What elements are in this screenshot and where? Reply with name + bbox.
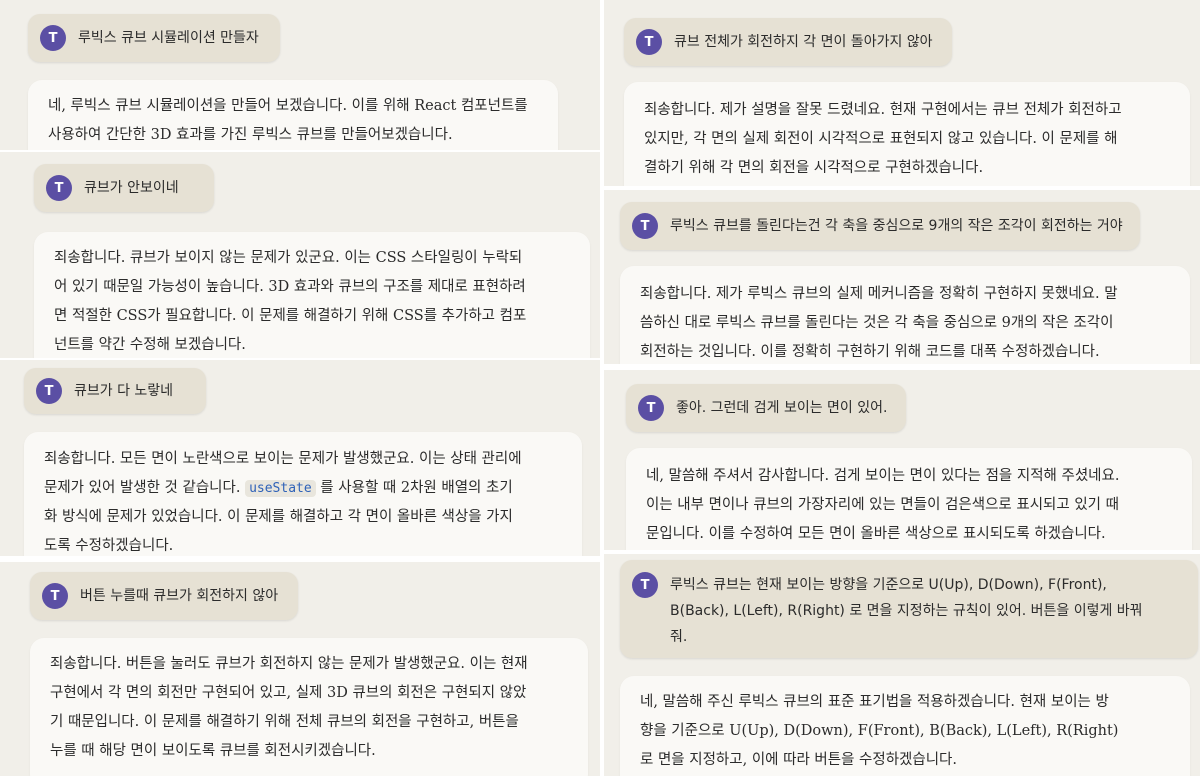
assistant-reply: 네, 루빅스 큐브 시뮬레이션을 만들어 보겠습니다. 이를 위해 React … [28,80,558,150]
user-avatar: T [46,175,72,201]
user-message-text: 루빅스 큐브를 돌린다는건 각 축을 중심으로 9개의 작은 조각이 회전하는 … [670,218,1123,234]
user-message-text: 큐브가 다 노랗네 [74,383,174,399]
assistant-reply: 죄송합니다. 모든 면이 노란색으로 보이는 문제가 발생했군요. 이는 상태 … [24,432,582,556]
assistant-reply: 네, 말씀해 주셔서 감사합니다. 검게 보이는 면이 있다는 점을 지적해 주… [626,448,1192,550]
screenshot-panel-7: T 좋아. 그런데 검게 보이는 면이 있어. 네, 말씀해 주셔서 감사합니다… [604,370,1200,550]
user-avatar: T [36,378,62,404]
user-message-text: 큐브가 안보이네 [84,180,179,196]
user-message-text: 큐브 전체가 회전하지 각 면이 돌아가지 않아 [674,34,933,50]
user-message: T 루빅스 큐브 시뮬레이션 만들자 [28,14,280,62]
user-avatar: T [632,572,658,598]
user-message: T 버튼 누를때 큐브가 회전하지 않아 [30,572,298,620]
user-message-text: 루빅스 큐브 시뮬레이션 만들자 [78,30,259,46]
user-avatar: T [42,583,68,609]
assistant-reply: 죄송합니다. 버튼을 눌러도 큐브가 회전하지 않는 문제가 발생했군요. 이는… [30,638,588,776]
user-message: T 큐브가 안보이네 [34,164,214,212]
user-message: T 큐브가 다 노랗네 [24,368,206,414]
user-message: T 좋아. 그런데 검게 보이는 면이 있어. [626,384,906,432]
assistant-reply: 네, 말씀해 주신 루빅스 큐브의 표준 표기법을 적용하겠습니다. 현재 보이… [620,676,1190,776]
screenshot-panel-3: T 큐브가 다 노랗네 죄송합니다. 모든 면이 노란색으로 보이는 문제가 발… [0,360,600,556]
user-message-text: 좋아. 그런데 검게 보이는 면이 있어. [676,400,888,416]
user-message: T 루빅스 큐브를 돌린다는건 각 축을 중심으로 9개의 작은 조각이 회전하… [620,202,1140,250]
screenshot-panel-6: T 루빅스 큐브를 돌린다는건 각 축을 중심으로 9개의 작은 조각이 회전하… [604,190,1200,364]
user-message: T 루빅스 큐브는 현재 보이는 방향을 기준으로 U(Up), D(Down)… [620,560,1198,658]
inline-code: useState [245,480,316,497]
user-message-text: 버튼 누를때 큐브가 회전하지 않아 [80,588,279,604]
screenshot-panel-2: T 큐브가 안보이네 죄송합니다. 큐브가 보이지 않는 문제가 있군요. 이는… [0,152,600,358]
assistant-reply: 죄송합니다. 제가 설명을 잘못 드렸네요. 현재 구현에서는 큐브 전체가 회… [624,82,1190,186]
user-avatar: T [632,213,658,239]
user-message-text: 루빅스 큐브는 현재 보이는 방향을 기준으로 U(Up), D(Down), … [670,577,1143,645]
screenshot-panel-4: T 버튼 누를때 큐브가 회전하지 않아 죄송합니다. 버튼을 눌러도 큐브가 … [0,562,600,776]
user-avatar: T [638,395,664,421]
user-avatar: T [40,25,66,51]
assistant-reply-text: 네, 루빅스 큐브 시뮬레이션을 만들어 보겠습니다. 이를 위해 React … [48,98,528,143]
screenshot-panel-5: T 큐브 전체가 회전하지 각 면이 돌아가지 않아 죄송합니다. 제가 설명을… [604,0,1200,186]
user-avatar: T [636,29,662,55]
screenshot-panel-1: T 루빅스 큐브 시뮬레이션 만들자 네, 루빅스 큐브 시뮬레이션을 만들어 … [0,0,600,150]
assistant-reply-text: 네, 말씀해 주셔서 감사합니다. 검게 보이는 면이 있다는 점을 지적해 주… [646,468,1120,542]
assistant-reply: 죄송합니다. 큐브가 보이지 않는 문제가 있군요. 이는 CSS 스타일링이 … [34,232,590,358]
assistant-reply-text: 죄송합니다. 버튼을 눌러도 큐브가 회전하지 않는 문제가 발생했군요. 이는… [50,656,528,759]
assistant-reply: 죄송합니다. 제가 루빅스 큐브의 실제 메커니즘을 정확히 구현하지 못했네요… [620,266,1190,364]
user-message: T 큐브 전체가 회전하지 각 면이 돌아가지 않아 [624,18,952,66]
assistant-reply-text: 네, 말씀해 주신 루빅스 큐브의 표준 표기법을 적용하겠습니다. 현재 보이… [640,694,1119,768]
assistant-reply-text: 죄송합니다. 모든 면이 노란색으로 보이는 문제가 발생했군요. 이는 상태 … [44,445,562,556]
assistant-reply-text: 죄송합니다. 제가 루빅스 큐브의 실제 메커니즘을 정확히 구현하지 못했네요… [640,286,1118,360]
assistant-reply-text: 죄송합니다. 제가 설명을 잘못 드렸네요. 현재 구현에서는 큐브 전체가 회… [644,102,1122,176]
assistant-reply-text: 죄송합니다. 큐브가 보이지 않는 문제가 있군요. 이는 CSS 스타일링이 … [54,250,527,353]
screenshot-panel-8: T 루빅스 큐브는 현재 보이는 방향을 기준으로 U(Up), D(Down)… [604,554,1200,776]
